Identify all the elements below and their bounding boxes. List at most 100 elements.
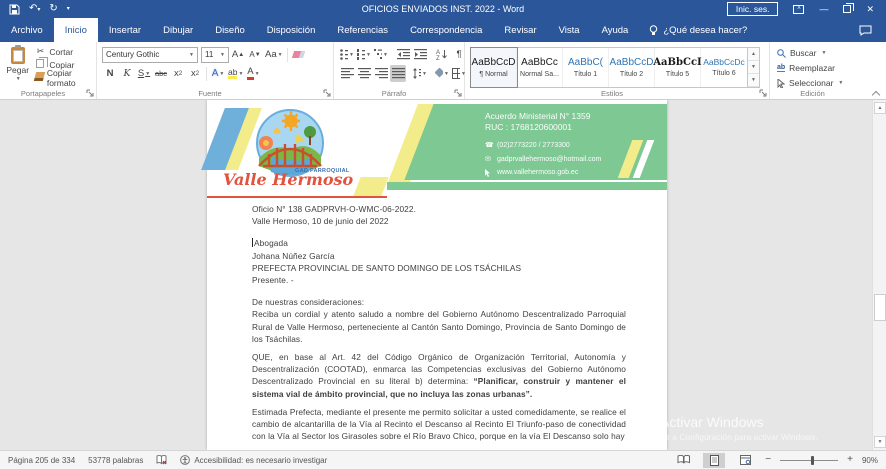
dialog-launcher-icon[interactable] [454,89,462,97]
zoom-in-button[interactable]: + [847,455,853,465]
web-layout-button[interactable] [734,453,756,468]
highlight-color-button[interactable]: ab▼ [227,65,244,82]
font-size-combobox[interactable]: 11▼ [201,47,229,63]
doc-paragraph[interactable]: Abogada [252,237,626,249]
vertical-scrollbar[interactable]: ▲ ▼ [872,100,886,450]
zoom-slider[interactable] [780,460,838,461]
tab-dibujar[interactable]: Dibujar [152,18,204,42]
align-center-button[interactable] [356,65,372,82]
styles-more-button[interactable]: ▼ [748,74,759,87]
tab-correspondencia[interactable]: Correspondencia [399,18,493,42]
document-page[interactable]: Acuerdo Ministerial N° 1359 RUC : 176812… [207,100,667,450]
numbering-button[interactable]: ▼ [356,46,372,63]
customize-qat-button[interactable]: ▾ [67,6,70,12]
tab-disposicion[interactable]: Disposición [256,18,327,42]
ribbon-display-options-button[interactable]: ˄ [793,5,804,14]
doc-paragraph[interactable]: De nuestras consideraciones: [252,296,626,308]
doc-paragraph[interactable]: PREFECTA PROVINCIAL DE SANTO DOMINGO DE … [252,262,626,274]
multilevel-list-button[interactable]: ▼ [373,46,389,63]
zoom-level[interactable]: 90% [862,456,878,465]
format-painter-button[interactable]: Copiar formato [34,71,91,84]
cursor-icon [777,79,785,88]
dialog-launcher-icon[interactable] [86,89,94,97]
shrink-font-button[interactable]: A▼ [247,46,263,63]
tell-me-box[interactable]: ¿Qué desea hacer? [639,18,757,42]
underline-button[interactable]: S▼ [136,65,152,82]
tab-insertar[interactable]: Insertar [98,18,152,42]
decrease-indent-button[interactable] [395,46,411,63]
close-button[interactable]: ✕ [866,5,874,14]
text-effects-button[interactable]: A▼ [210,65,226,82]
scroll-up-button[interactable]: ▲ [874,102,886,114]
style-titulo-2[interactable]: AaBbCcDTítulo 2 [609,48,655,87]
undo-button[interactable]: ↶▾ [29,4,40,14]
proofing-book-icon [156,455,167,465]
replace-button[interactable]: ab Reemplazar [775,61,850,75]
format-painter-icon [34,72,43,83]
paste-button[interactable]: Pegar ▼ [5,45,30,84]
tab-vista[interactable]: Vista [548,18,591,42]
save-icon[interactable] [9,4,20,15]
print-layout-button[interactable] [703,453,725,468]
tab-referencias[interactable]: Referencias [326,18,399,42]
sign-in-button[interactable]: Inic. ses. [727,2,779,16]
page-number-indicator[interactable]: Página 205 de 334 [8,456,75,465]
restore-button[interactable] [843,5,851,13]
line-spacing-button[interactable]: ▼ [412,65,428,82]
doc-paragraph[interactable]: Reciba un cordial y atento saludo a nomb… [252,308,626,345]
tab-revisar[interactable]: Revisar [493,18,547,42]
dialog-launcher-icon[interactable] [759,89,767,97]
bold-button[interactable]: N [102,65,118,82]
clear-formatting-button[interactable] [291,46,307,63]
font-color-button[interactable]: A▼ [245,65,261,82]
superscript-button[interactable]: x2 [187,65,203,82]
italic-button[interactable]: K [119,65,135,82]
scroll-down-button[interactable]: ▼ [874,436,886,448]
style-titulo-1[interactable]: AaBbC(Título 1 [563,48,609,87]
align-left-button[interactable] [339,65,355,82]
doc-paragraph[interactable]: Oficio N° 138 GADPRVH-O-WMC-06-2022. [252,203,626,215]
collapse-ribbon-button[interactable] [872,89,879,96]
document-canvas: Acuerdo Ministerial N° 1359 RUC : 176812… [0,100,886,450]
scrollbar-thumb[interactable] [874,294,886,321]
change-case-button[interactable]: Aa▼ [264,46,284,63]
zoom-out-button[interactable]: − [765,455,771,465]
tab-ayuda[interactable]: Ayuda [591,18,640,42]
comments-button[interactable] [859,18,886,42]
style-titulo-5[interactable]: AaBbCcITítulo 5 [655,48,701,87]
tab-inicio[interactable]: Inicio [54,18,98,42]
read-mode-button[interactable] [672,453,694,468]
style--normal[interactable]: AaBbCcD¶ Normal [471,48,517,87]
tab-archivo[interactable]: Archivo [0,18,54,42]
word-count-indicator[interactable]: 53778 palabras [88,456,143,465]
letterhead-image[interactable]: Acuerdo Ministerial N° 1359 RUC : 176812… [207,104,667,200]
zoom-slider-thumb[interactable] [811,456,814,465]
doc-paragraph[interactable]: QUE, en base al Art. 42 del Código Orgán… [252,351,626,400]
minimize-button[interactable]: — [819,5,828,14]
strikethrough-button[interactable]: abc [153,65,169,82]
redo-button[interactable]: ↻ [49,4,57,14]
subscript-button[interactable]: x2 [170,65,186,82]
align-right-button[interactable] [373,65,389,82]
accessibility-status-button[interactable]: Accesibilidad: es necesario investigar [180,455,327,465]
doc-paragraph[interactable]: Johana Núñez García [252,250,626,262]
sort-button[interactable]: AZ [434,46,450,63]
doc-paragraph[interactable]: Valle Hermoso, 10 de junio del 2022 [252,215,626,227]
styles-scroll-up-button[interactable]: ▲ [748,48,759,61]
increase-indent-button[interactable] [412,46,428,63]
proofing-status-button[interactable] [156,455,167,465]
bullets-button[interactable]: ▼ [339,46,355,63]
doc-paragraph[interactable]: Estimada Prefecta, mediante el presente … [252,406,626,443]
select-button[interactable]: Seleccionar▼ [775,76,850,90]
grow-font-button[interactable]: A▲ [230,46,246,63]
justify-button[interactable] [390,65,406,82]
styles-scroll-down-button[interactable]: ▼ [748,61,759,74]
shading-button[interactable]: ▼ [434,65,450,82]
style-titulo-6[interactable]: AaBbCcDcTítulo 6 [701,48,747,87]
font-name-combobox[interactable]: Century Gothic▼ [102,47,198,63]
style-normal-sa-[interactable]: AaBbCcNormal Sa... [517,48,563,87]
doc-paragraph[interactable]: Presente. - [252,274,626,286]
tab-diseno[interactable]: Diseño [204,18,256,42]
dialog-launcher-icon[interactable] [323,89,331,97]
find-button[interactable]: Buscar▼ [775,46,850,60]
